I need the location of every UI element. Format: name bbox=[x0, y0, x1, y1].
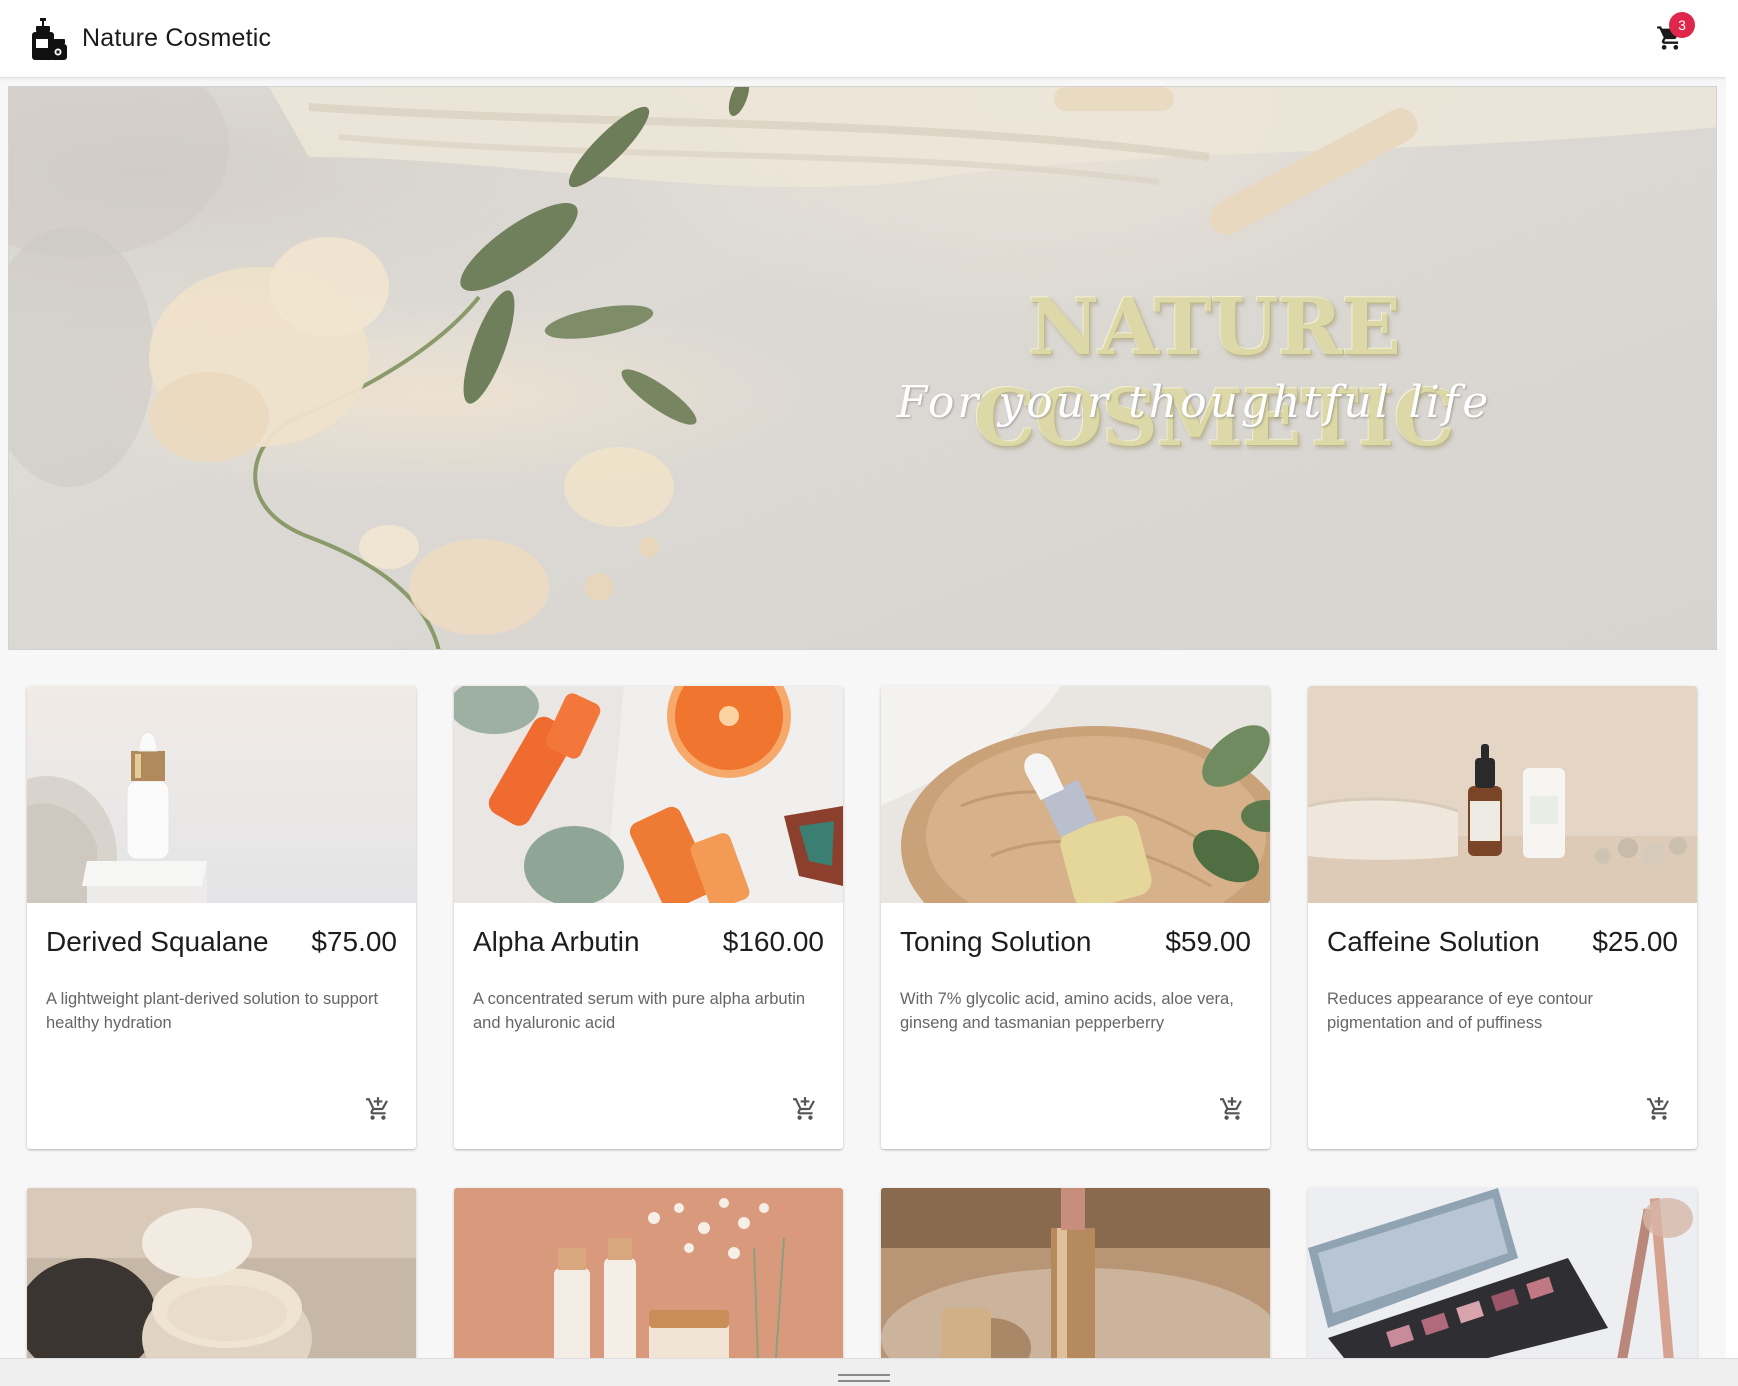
brand-home-link[interactable]: Nature Cosmetic bbox=[28, 17, 271, 61]
product-card[interactable]: Alpha Arbutin $160.00 A concentrated ser… bbox=[454, 686, 843, 1149]
add-to-cart-button[interactable] bbox=[1214, 1093, 1250, 1129]
hero-title: NATURE COSMETIC bbox=[973, 282, 1456, 464]
product-price: $160.00 bbox=[722, 926, 824, 957]
add-shopping-cart-icon bbox=[365, 1096, 391, 1127]
product-price: $59.00 bbox=[1165, 926, 1251, 957]
add-to-cart-button[interactable] bbox=[1641, 1093, 1677, 1129]
scrollbar-track[interactable] bbox=[1726, 0, 1738, 1358]
product-card[interactable] bbox=[454, 1188, 843, 1386]
product-card[interactable]: Toning Solution $59.00 With 7% glycolic … bbox=[881, 686, 1270, 1149]
add-shopping-cart-icon bbox=[792, 1096, 818, 1127]
drag-handle-icon[interactable] bbox=[838, 1374, 890, 1382]
cart-count-badge: 3 bbox=[1669, 12, 1695, 38]
product-description: A concentrated serum with pure alpha arb… bbox=[473, 990, 806, 1032]
add-to-cart-button[interactable] bbox=[360, 1093, 396, 1129]
add-shopping-cart-icon bbox=[1646, 1096, 1672, 1127]
product-price: $25.00 bbox=[1592, 926, 1678, 957]
add-to-cart-button[interactable] bbox=[787, 1093, 823, 1129]
product-description: Reduces appearance of eye contour pigmen… bbox=[1327, 990, 1594, 1032]
product-name[interactable]: Caffeine Solution bbox=[1327, 926, 1540, 958]
cosmetics-bottles-icon bbox=[28, 17, 68, 61]
product-image[interactable] bbox=[454, 686, 843, 903]
hero-banner: NATURE COSMETIC For your thoughtful life bbox=[8, 86, 1717, 650]
product-card[interactable] bbox=[1308, 1188, 1697, 1386]
product-card[interactable]: Caffeine Solution $25.00 Reduces appeara… bbox=[1308, 686, 1697, 1149]
product-name[interactable]: Toning Solution bbox=[900, 926, 1091, 958]
product-image[interactable] bbox=[1308, 686, 1697, 903]
app-title: Nature Cosmetic bbox=[82, 24, 272, 52]
product-image[interactable] bbox=[454, 1188, 843, 1386]
product-card[interactable] bbox=[27, 1188, 416, 1386]
product-card[interactable] bbox=[881, 1188, 1270, 1386]
app-bar: Nature Cosmetic 3 bbox=[0, 0, 1726, 78]
product-description: With 7% glycolic acid, amino acids, aloe… bbox=[900, 990, 1234, 1032]
product-image[interactable] bbox=[1308, 1188, 1697, 1386]
product-name[interactable]: Derived Squalane bbox=[46, 926, 269, 958]
product-price: $75.00 bbox=[311, 926, 397, 957]
add-shopping-cart-icon bbox=[1219, 1096, 1245, 1127]
product-name[interactable]: Alpha Arbutin bbox=[473, 926, 640, 958]
hero-tagline: For your thoughtful life bbox=[896, 377, 1492, 428]
product-description: A lightweight plant-derived solution to … bbox=[46, 990, 379, 1032]
product-image[interactable] bbox=[881, 1188, 1270, 1386]
product-image[interactable] bbox=[27, 686, 416, 903]
product-image[interactable] bbox=[27, 1188, 416, 1386]
product-card[interactable]: Derived Squalane $75.00 A lightweight pl… bbox=[27, 686, 416, 1149]
product-image[interactable] bbox=[881, 686, 1270, 903]
